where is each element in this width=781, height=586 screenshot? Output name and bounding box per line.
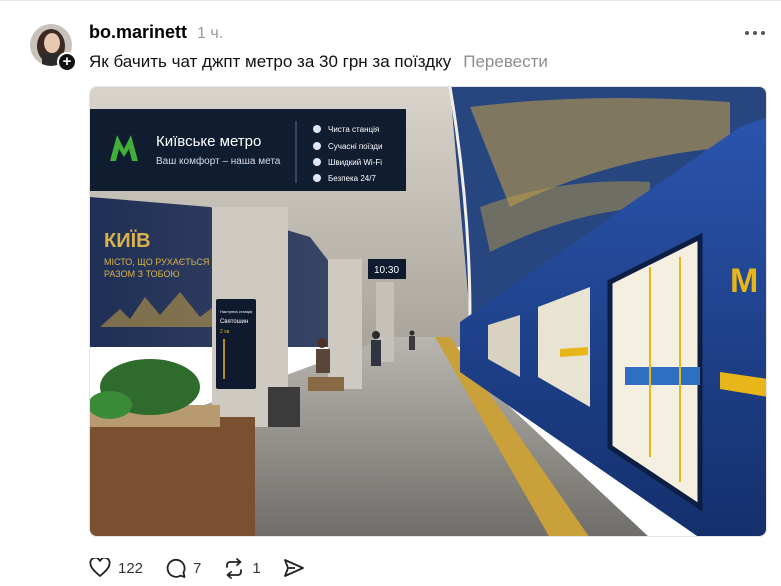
metro-station-illustration: Київське метро Ваш комфорт – наша мета Ч… (90, 87, 766, 536)
train-logo: М (730, 262, 758, 300)
sign-subtitle: Ваш комфорт – наша мета (156, 155, 281, 167)
sign-feature: Сучасні поїзди (328, 142, 382, 151)
sign-feature: Чиста станція (328, 125, 379, 134)
dot-icon (745, 31, 749, 35)
like-count: 122 (118, 559, 144, 577)
heart-icon (89, 558, 111, 578)
sign-feature: Безпека 24/7 (328, 174, 376, 183)
post-timestamp: 1 ч. (197, 25, 224, 42)
wall-title: КИЇВ (104, 229, 151, 252)
comment-count: 7 (193, 559, 202, 577)
share-button[interactable] (283, 558, 305, 578)
sign-title: Київське метро (156, 133, 261, 150)
comment-button[interactable]: 7 (165, 558, 201, 579)
screen-eta: 2 хв (220, 329, 230, 335)
screen-station: Святошин (220, 319, 248, 325)
repost-icon (226, 557, 243, 579)
post-actions: 122 7 1 (89, 555, 327, 581)
translate-link[interactable]: Перевести (463, 52, 548, 72)
station-clock: 10:30 (374, 265, 399, 276)
wall-slogan: МІСТО, ЩО РУХАЄТЬСЯ (104, 257, 209, 267)
post-text-row: Як бачить чат джпт метро за 30 грн за по… (89, 52, 548, 72)
username[interactable]: bo.marinett (89, 22, 187, 43)
post-header: bo.marinett 1 ч. (89, 22, 223, 43)
wall-slogan: РАЗОМ З ТОБОЮ (104, 269, 180, 279)
sign-feature: Швидкий Wi-Fi (328, 158, 382, 167)
post-text: Як бачить чат джпт метро за 30 грн за по… (89, 52, 452, 71)
screen-title: Наступна станція (220, 309, 252, 314)
post-image[interactable]: Київське метро Ваш комфорт – наша мета Ч… (89, 86, 767, 537)
send-icon (283, 559, 304, 577)
avatar-container[interactable]: + (30, 24, 77, 72)
comment-icon (166, 558, 186, 578)
follow-plus-icon[interactable]: + (57, 52, 77, 72)
dot-icon (753, 31, 757, 35)
like-button[interactable]: 122 (89, 558, 143, 578)
repost-button[interactable]: 1 (223, 557, 261, 579)
repost-count: 1 (252, 559, 261, 577)
dot-icon (761, 31, 765, 35)
top-divider (0, 0, 781, 1)
more-options-button[interactable] (742, 24, 768, 42)
